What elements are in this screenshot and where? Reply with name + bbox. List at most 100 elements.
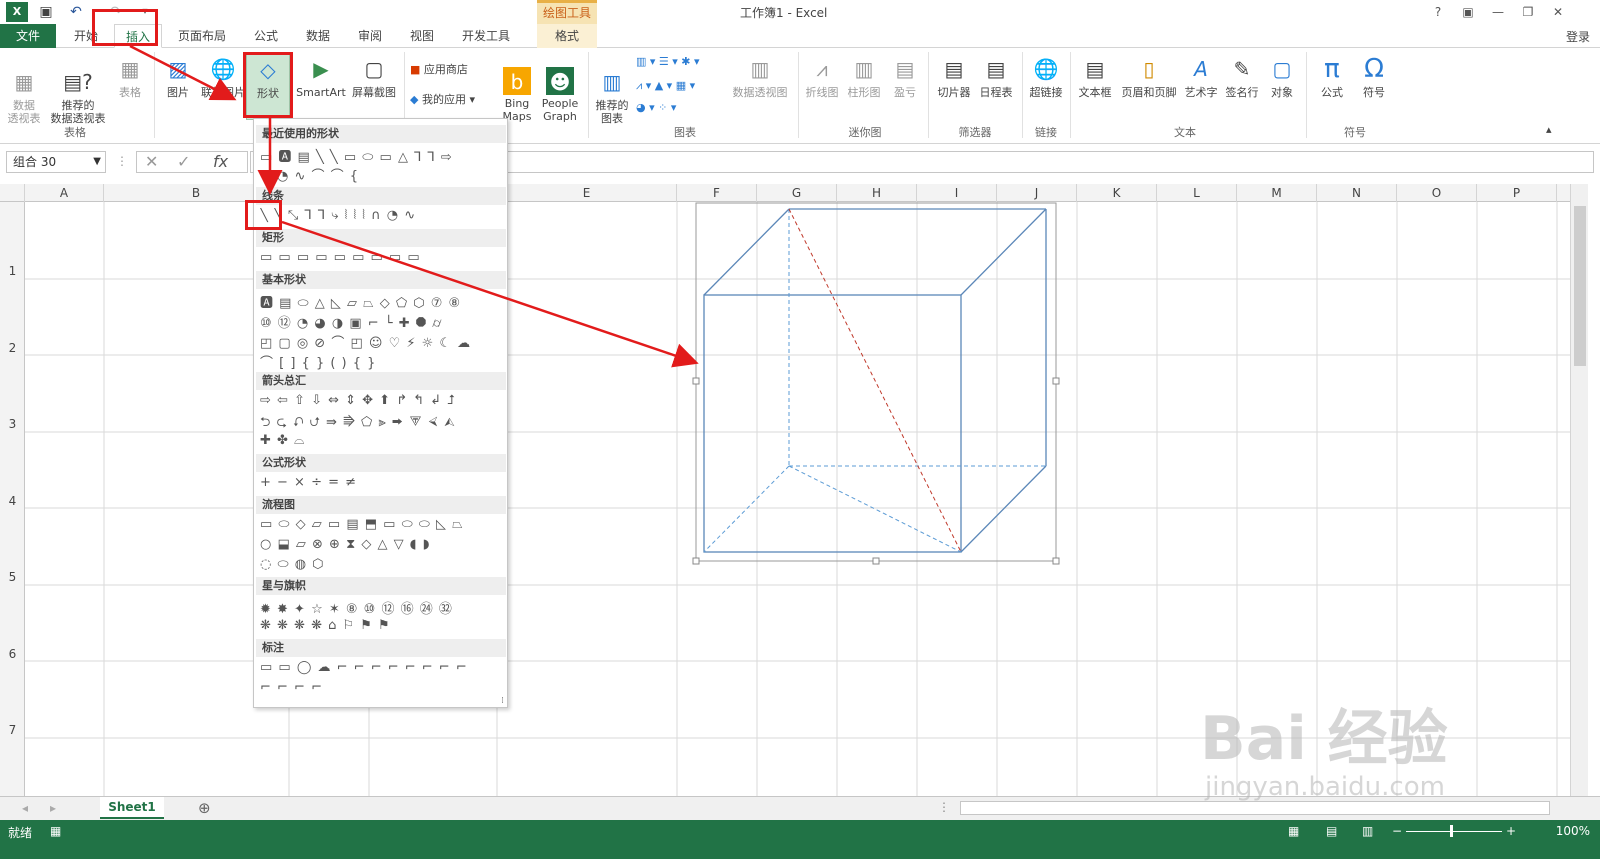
- column-header[interactable]: E: [497, 184, 677, 202]
- online-picture-button[interactable]: 🌐 联机图片: [200, 54, 246, 99]
- tab-data[interactable]: 数据: [298, 24, 338, 48]
- ribbon-display-icon[interactable]: ▣: [1456, 3, 1480, 21]
- zoom-slider[interactable]: [1406, 831, 1502, 832]
- timeline-button[interactable]: ▤ 日程表: [976, 54, 1016, 99]
- column-header[interactable]: O: [1397, 184, 1477, 202]
- row-header[interactable]: 2: [0, 341, 25, 355]
- sheet-tab[interactable]: Sheet1: [100, 797, 164, 819]
- row-header[interactable]: 1: [0, 264, 25, 278]
- symbol-button[interactable]: Ω 符号: [1354, 54, 1394, 99]
- column-header[interactable]: G: [757, 184, 837, 202]
- pie-chart-icon[interactable]: ◕ ▾ ⁘ ▾: [636, 98, 676, 118]
- minimize-icon[interactable]: —: [1486, 3, 1510, 21]
- column-header[interactable]: M: [1237, 184, 1317, 202]
- cancel-icon[interactable]: ✕: [145, 152, 158, 172]
- next-sheet-icon[interactable]: ▸: [50, 801, 56, 815]
- smartart-button[interactable]: ▶ SmartArt: [294, 54, 348, 99]
- help-icon[interactable]: ?: [1426, 3, 1450, 21]
- column-header[interactable]: P: [1477, 184, 1557, 202]
- callouts-row[interactable]: ⌐ ⌐ ⌐ ⌐: [260, 680, 504, 698]
- column-header[interactable]: J: [997, 184, 1077, 202]
- zoom-level[interactable]: 100%: [1556, 824, 1590, 838]
- signin-link[interactable]: 登录: [1566, 28, 1590, 45]
- horizontal-scrollbar[interactable]: [960, 801, 1550, 815]
- people-graph-button[interactable]: ☻ People Graph: [538, 54, 582, 123]
- sparkline-line-button[interactable]: ⩘ 折线图: [804, 54, 840, 99]
- column-header[interactable]: A: [25, 184, 104, 202]
- basic-shapes-row[interactable]: ⑩ ⑫ ◔ ◕ ◑ ▣ ⌐ └ ✚ ⯃ ⌭: [260, 312, 504, 330]
- tab-review[interactable]: 审阅: [350, 24, 390, 48]
- basic-shapes-row[interactable]: ◰ ▢ ◎ ⊘ ⌒ ◰ ☺ ♡ ⚡ ☼ ☾ ☁: [260, 332, 504, 350]
- save-icon[interactable]: ▣: [36, 2, 56, 22]
- stars-banners-row[interactable]: ❋ ❋ ❋ ❋ ⌂ ⚐ ⚑ ⚑: [260, 618, 504, 636]
- selection-handles[interactable]: [692, 377, 1060, 565]
- scroll-thumb[interactable]: [1574, 206, 1586, 366]
- column-header[interactable]: N: [1317, 184, 1397, 202]
- row-header[interactable]: 3: [0, 417, 25, 431]
- group-selection-frame[interactable]: [695, 202, 1057, 562]
- picture-button[interactable]: ▨ 图片: [160, 54, 196, 99]
- row-header[interactable]: 6: [0, 647, 25, 661]
- zoom-out-icon[interactable]: −: [1392, 824, 1402, 838]
- page-layout-view-icon[interactable]: ▤: [1326, 824, 1337, 838]
- restore-icon[interactable]: ❐: [1516, 3, 1540, 21]
- header-footer-button[interactable]: ▯ 页眉和页脚: [1118, 54, 1180, 99]
- zoom-in-icon[interactable]: +: [1506, 824, 1516, 838]
- column-header[interactable]: L: [1157, 184, 1237, 202]
- normal-view-icon[interactable]: ▦: [1288, 824, 1299, 838]
- block-arrows-row[interactable]: ⮌ ⮎ ⮏ ⮍ ⇛ ⭆ ⬠ ⫸ ⮕ ⮗ ⮘ ⮙: [260, 413, 504, 431]
- flowchart-row[interactable]: ◌ ⬭ ◍ ⬡: [260, 557, 504, 575]
- column-chart-icon[interactable]: ▥ ▾ ☰ ▾ ✱ ▾: [636, 52, 700, 72]
- collapse-ribbon-icon[interactable]: ▴: [1546, 120, 1552, 140]
- lines-row[interactable]: ╲ ╲ ⤡ ⅂ ⅂ ⤷ ⦚ ⦚ ⦚ ∩ ◔ ∿: [260, 208, 504, 226]
- column-header[interactable]: I: [917, 184, 997, 202]
- row-header[interactable]: 5: [0, 570, 25, 584]
- textbox-button[interactable]: ▤ 文本框: [1074, 54, 1116, 99]
- recent-shapes-row[interactable]: ⇩ ◔ ∿ ⌒ ⌒ {: [260, 165, 504, 183]
- tab-format[interactable]: 格式: [537, 24, 597, 48]
- wordart-button[interactable]: A 艺术字: [1182, 54, 1220, 99]
- signature-line-button[interactable]: ✎ 签名行: [1222, 54, 1262, 99]
- add-sheet-icon[interactable]: ⊕: [198, 799, 211, 817]
- screenshot-button[interactable]: ▢ 屏幕截图: [348, 54, 400, 99]
- page-break-view-icon[interactable]: ▥: [1362, 824, 1373, 838]
- row-header[interactable]: 7: [0, 723, 25, 737]
- equation-button[interactable]: π 公式: [1312, 54, 1352, 99]
- hyperlink-button[interactable]: 🌐 超链接: [1026, 54, 1066, 99]
- bing-maps-button[interactable]: b Bing Maps: [498, 54, 536, 123]
- basic-shapes-row[interactable]: ⌒ [ ] { } ( ) { }: [260, 352, 504, 370]
- block-arrows-row[interactable]: ✚ ✤ ⌓: [260, 433, 504, 451]
- resize-grip-icon[interactable]: ⁞: [501, 696, 504, 706]
- table-button[interactable]: ▦ 表格: [112, 54, 148, 99]
- store-button[interactable]: ■ 应用商店: [410, 60, 468, 80]
- select-all-corner[interactable]: [0, 184, 25, 202]
- insert-function-icon[interactable]: fx: [213, 152, 228, 172]
- tab-page-layout[interactable]: 页面布局: [172, 24, 232, 48]
- equation-shapes-row[interactable]: + − × ÷ = ≠: [260, 475, 504, 493]
- tab-view[interactable]: 视图: [402, 24, 442, 48]
- undo-icon[interactable]: ↶: [64, 2, 88, 22]
- row-header[interactable]: 4: [0, 494, 25, 508]
- chevron-down-icon[interactable]: ▼: [93, 152, 101, 172]
- recommended-pivot-button[interactable]: ▤? 推荐的 数据透视表: [48, 54, 108, 125]
- recent-shapes-row[interactable]: ▭ 🅰 ▤ ╲ ╲ ▭ ⬭ ▭ △ ⅂ ⅂ ⇨: [260, 146, 504, 164]
- my-apps-button[interactable]: ◆ 我的应用 ▾: [410, 90, 475, 110]
- enter-icon[interactable]: ✓: [177, 152, 190, 172]
- column-header[interactable]: K: [1077, 184, 1157, 202]
- flowchart-row[interactable]: ○ ⬓ ▱ ⊗ ⊕ ⧗ ◇ △ ▽ ◖ ◗: [260, 537, 504, 555]
- sparkline-column-button[interactable]: ▥ 柱形图: [844, 54, 884, 99]
- cube-diagonal-line[interactable]: [788, 208, 962, 553]
- vertical-scrollbar[interactable]: [1570, 184, 1588, 796]
- column-header[interactable]: H: [837, 184, 917, 202]
- name-box[interactable]: 组合 30 ▼: [6, 151, 106, 173]
- slicer-button[interactable]: ▤ 切片器: [934, 54, 974, 99]
- sparkline-winloss-button[interactable]: ▤ 盈亏: [888, 54, 922, 99]
- zoom-slider-thumb[interactable]: [1450, 825, 1453, 837]
- rectangles-row[interactable]: ▭ ▭ ▭ ▭ ▭ ▭ ▭ ▭ ▭: [260, 250, 504, 268]
- object-button[interactable]: ▢ 对象: [1264, 54, 1300, 99]
- prev-sheet-icon[interactable]: ◂: [22, 801, 28, 815]
- line-chart-icon[interactable]: ⩘ ▾ ▲ ▾ ▦ ▾: [636, 76, 695, 96]
- callouts-row[interactable]: ▭ ▭ ◯ ☁ ⌐ ⌐ ⌐ ⌐ ⌐ ⌐ ⌐ ⌐: [260, 660, 504, 678]
- tab-formulas[interactable]: 公式: [246, 24, 286, 48]
- pivot-table-button[interactable]: ▦ 数据 透视表: [4, 54, 44, 125]
